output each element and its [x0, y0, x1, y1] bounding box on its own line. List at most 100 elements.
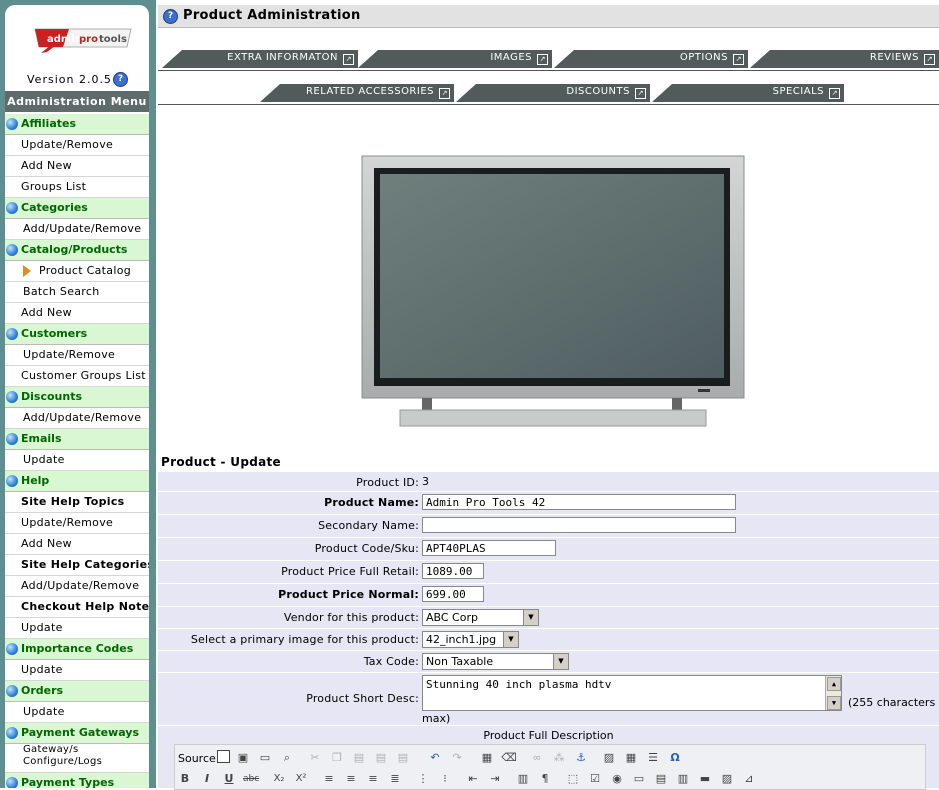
menu-item[interactable]: Update	[5, 660, 149, 681]
bulleted-list-icon[interactable]: ⁝	[437, 771, 453, 787]
preview-icon[interactable]: ⌕	[279, 750, 295, 766]
menu-section-orders[interactable]: Orders	[5, 681, 149, 702]
menu-section-emails[interactable]: Emails	[5, 429, 149, 450]
menu-item[interactable]: Update	[5, 450, 149, 471]
vendor-select[interactable]: ABC Corp ▼	[422, 609, 539, 626]
button-icon[interactable]: ▬	[697, 771, 713, 787]
text-field-icon[interactable]: ▭	[631, 771, 647, 787]
new-page-icon[interactable]: ▭	[257, 750, 273, 766]
price-normal-input[interactable]: 699.00	[422, 586, 484, 602]
select-field-icon[interactable]: ▥	[675, 771, 691, 787]
tab-options[interactable]: OPTIONS ↗	[554, 50, 748, 68]
copy-icon[interactable]: ❐	[329, 750, 345, 766]
help-icon[interactable]: ?	[113, 72, 128, 87]
menu-section-categories[interactable]: Categories	[5, 198, 149, 219]
product-name-input[interactable]: Admin Pro Tools 42	[422, 494, 736, 510]
blockquote-icon[interactable]: ▥	[515, 771, 531, 787]
tax-code-select[interactable]: Non Taxable ▼	[422, 653, 569, 670]
justify-icon[interactable]: ≣	[387, 771, 403, 787]
menu-item[interactable]: Add/Update/Remove	[5, 408, 149, 429]
source-checkbox[interactable]	[217, 750, 230, 763]
eraser-icon[interactable]: ⌫	[501, 750, 517, 766]
menu-item[interactable]: Update	[5, 618, 149, 639]
strikethrough-icon[interactable]: abc	[243, 771, 259, 787]
underline-icon[interactable]: U	[221, 771, 237, 787]
superscript-icon[interactable]: X²	[293, 771, 309, 787]
primary-image-select[interactable]: 42_inch1.jpg ▼	[422, 631, 519, 648]
textarea-icon[interactable]: ▤	[653, 771, 669, 787]
numbered-list-icon[interactable]: ⋮	[415, 771, 431, 787]
menu-section-discounts[interactable]: Discounts	[5, 387, 149, 408]
menu-section-importance-codes[interactable]: Importance Codes	[5, 639, 149, 660]
table-icon[interactable]: ▦	[623, 750, 639, 766]
image-icon[interactable]: ▨	[601, 750, 617, 766]
menu-item[interactable]: Update/Remove	[5, 135, 149, 156]
menu-item[interactable]: Update	[5, 702, 149, 723]
menu-item[interactable]: Add New	[5, 303, 149, 324]
select-all-icon[interactable]: ▦	[479, 750, 495, 766]
align-right-icon[interactable]: ≡	[365, 771, 381, 787]
cut-icon[interactable]: ✂	[307, 750, 323, 766]
main-content: ? Product Administration EXTRA INFORMATO…	[156, 0, 939, 790]
tab-images[interactable]: IMAGES ↗	[358, 50, 552, 68]
save-icon[interactable]: ▣	[235, 750, 251, 766]
menu-item[interactable]: Batch Search	[5, 282, 149, 303]
menu-item[interactable]: Update/Remove	[5, 513, 149, 534]
menu-section-help[interactable]: Help	[5, 471, 149, 492]
align-center-icon[interactable]: ≡	[343, 771, 359, 787]
menu-section-customers[interactable]: Customers	[5, 324, 149, 345]
menu-item[interactable]: Add New	[5, 534, 149, 555]
menu-item-product-catalog[interactable]: Product Catalog	[5, 261, 149, 282]
form-icon[interactable]: ⬚	[565, 771, 581, 787]
tab-reviews[interactable]: REVIEWS ↗	[750, 50, 939, 68]
menu-item[interactable]: Groups List	[5, 177, 149, 198]
menu-item[interactable]: Add New	[5, 156, 149, 177]
bold-icon[interactable]: B	[177, 771, 193, 787]
menu-subheading[interactable]: Checkout Help Notes	[5, 597, 149, 618]
menu-item[interactable]: Add/Update/Remove	[5, 219, 149, 240]
paste-icon[interactable]: ▤	[351, 750, 367, 766]
menu-section-payment-types[interactable]: Payment Types	[5, 773, 149, 788]
tab-related-accessories[interactable]: RELATED ACCESSORIES ↗	[260, 84, 454, 102]
menu-section-affiliates[interactable]: Affiliates	[5, 114, 149, 135]
subscript-icon[interactable]: X₂	[271, 771, 287, 787]
special-char-icon[interactable]: Ω	[667, 750, 683, 766]
scroll-up-icon[interactable]: ▲	[827, 677, 841, 691]
menu-item-gateway-configure[interactable]: Gateway/s Configure/Logs	[5, 744, 149, 773]
secondary-name-input[interactable]	[422, 517, 736, 533]
paste-word-icon[interactable]: ▤	[395, 750, 411, 766]
redo-icon[interactable]: ↷	[449, 750, 465, 766]
menu-section-catalog-products[interactable]: Catalog/Products	[5, 240, 149, 261]
version-text: Version 2.0.5	[27, 73, 112, 86]
menu-subheading[interactable]: Site Help Topics	[5, 492, 149, 513]
align-left-icon[interactable]: ≡	[321, 771, 337, 787]
menu-item[interactable]: Add/Update/Remove	[5, 576, 149, 597]
tab-discounts[interactable]: DISCOUNTS ↗	[456, 84, 650, 102]
hidden-field-icon[interactable]: ⊿	[741, 771, 757, 787]
indent-icon[interactable]: ⇥	[487, 771, 503, 787]
link-icon[interactable]: ∞	[529, 750, 545, 766]
menu-section-payment-gateways[interactable]: Payment Gateways	[5, 723, 149, 744]
scrollbar[interactable]: ▲ ▼	[825, 676, 841, 710]
menu-item[interactable]: Update/Remove	[5, 345, 149, 366]
menu-item[interactable]: Customer Groups List	[5, 366, 149, 387]
italic-icon[interactable]: I	[199, 771, 215, 787]
scroll-down-icon[interactable]: ▼	[827, 696, 841, 710]
paragraph-icon[interactable]: ¶	[537, 771, 553, 787]
outdent-icon[interactable]: ⇤	[465, 771, 481, 787]
menu-subheading[interactable]: Site Help Categories	[5, 555, 149, 576]
image-button-icon[interactable]: ▨	[719, 771, 735, 787]
help-icon[interactable]: ?	[163, 9, 178, 24]
tab-specials[interactable]: SPECIALS ↗	[652, 84, 844, 102]
undo-icon[interactable]: ↶	[427, 750, 443, 766]
anchor-icon[interactable]: ⚓	[573, 750, 589, 766]
checkbox-icon[interactable]: ☑	[587, 771, 603, 787]
sku-input[interactable]: APT40PLAS	[422, 540, 556, 556]
horizontal-rule-icon[interactable]: ☰	[645, 750, 661, 766]
unlink-icon[interactable]: ⁂	[551, 750, 567, 766]
price-retail-input[interactable]: 1089.00	[422, 563, 484, 579]
short-desc-textarea[interactable]: Stunning 40 inch plasma hdtv ▲ ▼	[422, 675, 842, 711]
radio-icon[interactable]: ◉	[609, 771, 625, 787]
tab-extra-information[interactable]: EXTRA INFORMATON ↗	[162, 50, 358, 68]
paste-text-icon[interactable]: ▤	[373, 750, 389, 766]
